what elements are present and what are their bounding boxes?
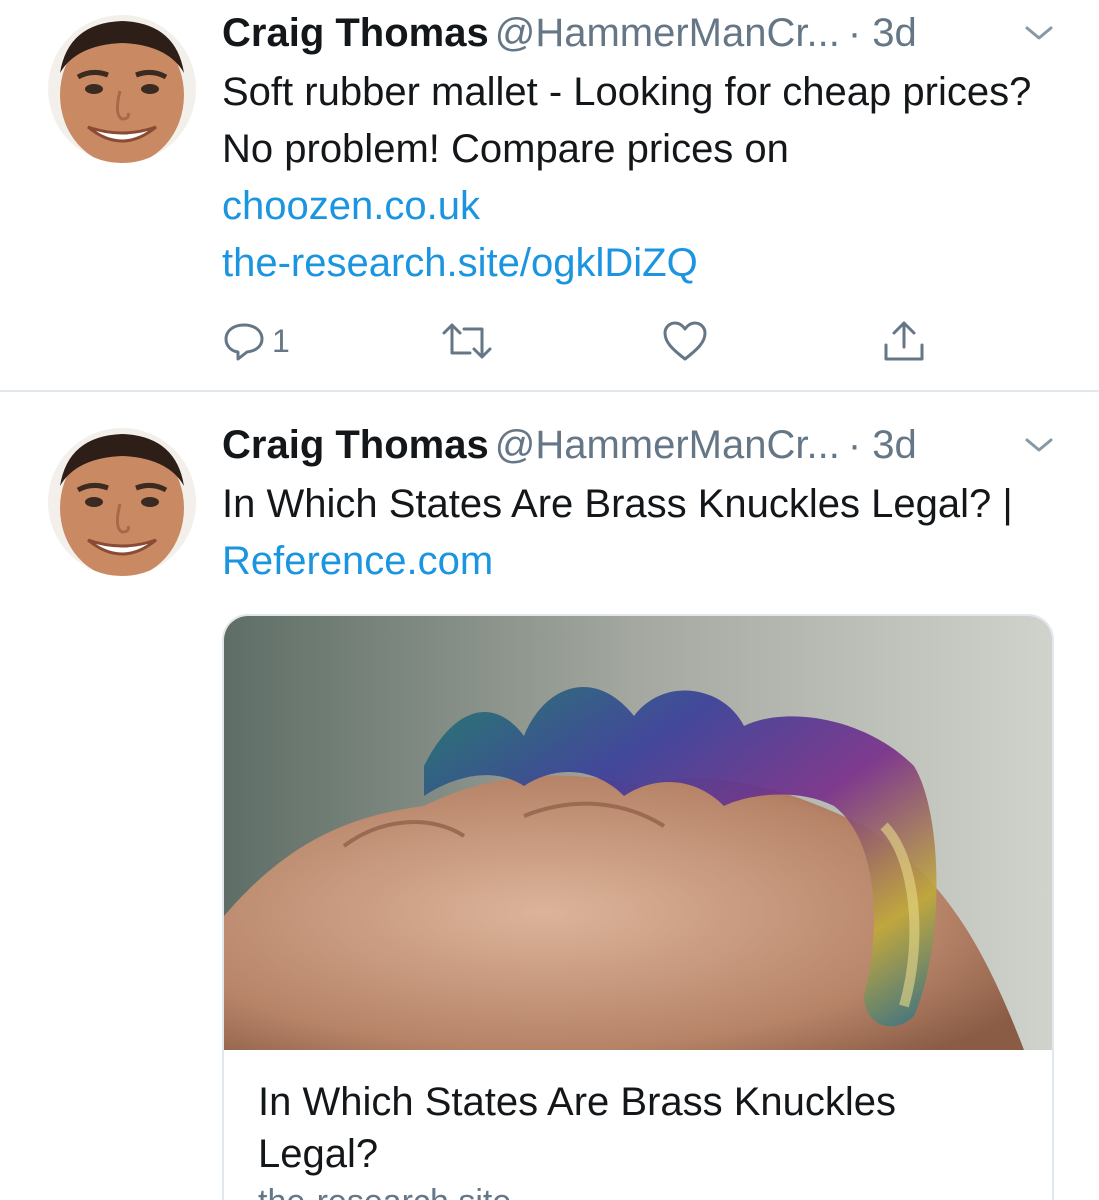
author-name[interactable]: Craig Thomas — [222, 423, 489, 467]
link-card[interactable]: In Which States Are Brass Knuckles Legal… — [222, 614, 1054, 1200]
tweet-time[interactable]: · 3d — [848, 423, 917, 467]
heart-icon — [662, 319, 708, 363]
chevron-down-icon[interactable] — [1019, 10, 1059, 50]
author-handle[interactable]: @HammerManCr... — [495, 11, 840, 55]
avatar[interactable] — [48, 428, 196, 576]
tweet-body: Soft rubber mallet - Looking for cheap p… — [222, 70, 1032, 171]
reply-button[interactable]: 1 — [222, 316, 290, 366]
avatar[interactable] — [48, 15, 196, 163]
tweet[interactable]: Craig Thomas @HammerManCr... · 3d In Which… — [0, 392, 1099, 1200]
tweet-link[interactable]: Reference.com — [222, 539, 493, 583]
card-image[interactable] — [224, 616, 1052, 1050]
reply-icon — [222, 319, 266, 363]
tweet-link[interactable]: choozen.co.uk — [222, 184, 480, 228]
share-button[interactable] — [880, 316, 928, 366]
author-name[interactable]: Craig Thomas — [222, 11, 489, 55]
tweet[interactable]: Craig Thomas @HammerManCr... · 3d Soft rub… — [0, 0, 1099, 390]
reply-count: 1 — [272, 322, 290, 359]
tweet-text: In Which States Are Brass Knuckles Legal… — [222, 476, 1039, 590]
retweet-button[interactable] — [440, 316, 494, 366]
tweet-body: In Which States Are Brass Knuckles Legal… — [222, 482, 1013, 526]
tweet-header: Craig Thomas @HammerManCr... · 3d — [222, 420, 1059, 470]
retweet-icon — [440, 319, 494, 363]
card-title[interactable]: In Which States Are Brass Knuckles Legal… — [258, 1076, 1018, 1180]
tweet-link[interactable]: the-research.site/ogklDiZQ — [222, 241, 698, 285]
timeline-feed: Craig Thomas @HammerManCr... · 3d Soft rub… — [0, 0, 1099, 1200]
tweet-header: Craig Thomas @HammerManCr... · 3d — [222, 8, 1059, 58]
card-domain[interactable]: the-research.site — [258, 1182, 511, 1200]
tweet-time[interactable]: · 3d — [848, 11, 917, 55]
tweet-text: Soft rubber mallet - Looking for cheap p… — [222, 64, 1039, 292]
tweet-actions: 1 — [222, 316, 942, 366]
share-icon — [880, 317, 928, 365]
like-button[interactable] — [662, 316, 708, 366]
chevron-down-icon[interactable] — [1019, 422, 1059, 462]
author-handle[interactable]: @HammerManCr... — [495, 423, 840, 467]
